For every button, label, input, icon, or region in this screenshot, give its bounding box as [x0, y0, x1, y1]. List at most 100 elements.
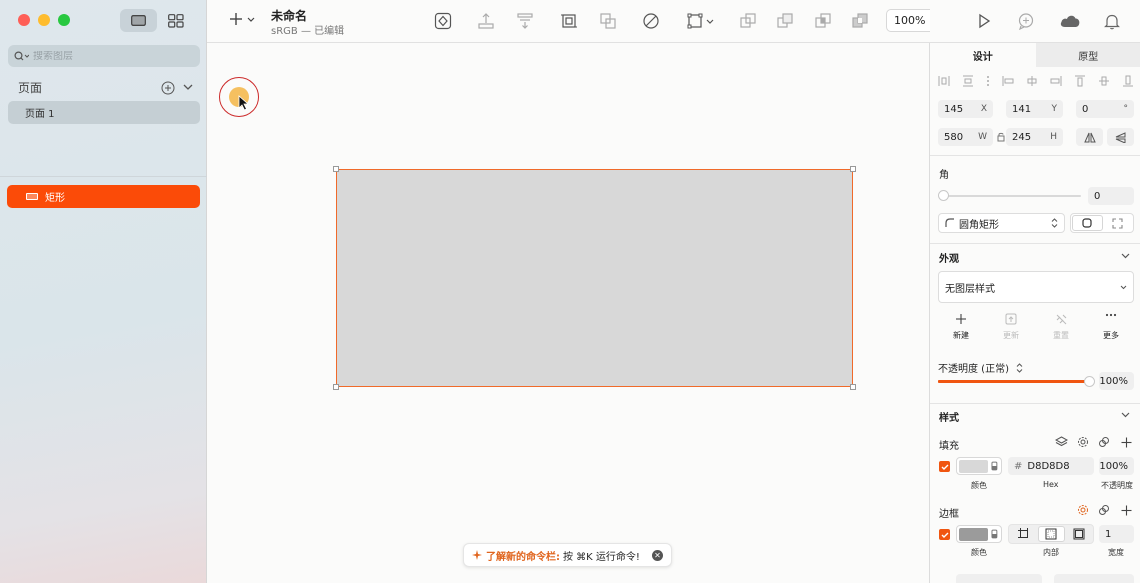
- corner-type-select[interactable]: 圆角矩形: [938, 213, 1065, 233]
- sidebar-toggle-button[interactable]: [120, 9, 157, 32]
- border-detach-button[interactable]: [1097, 503, 1111, 517]
- align-center-vertical-icon[interactable]: [1098, 75, 1110, 87]
- resize-handle-top-right[interactable]: [850, 166, 856, 172]
- align-center-horizontal-icon[interactable]: [1026, 75, 1038, 87]
- border-inside-button[interactable]: [1037, 526, 1065, 542]
- fill-hex-field[interactable]: # D8D8D8: [1008, 457, 1094, 475]
- canvas[interactable]: 了解新的命令栏: 按 ⌘K 运行命令! ✕: [207, 43, 929, 583]
- update-style-button[interactable]: 更新: [991, 313, 1031, 341]
- frame-icon: [561, 14, 577, 28]
- minimize-window-button[interactable]: [38, 14, 50, 26]
- align-right-icon[interactable]: [1050, 75, 1062, 87]
- layer-style-label: 无图层样式: [945, 283, 995, 295]
- fill-color-swatch[interactable]: [956, 457, 1002, 475]
- resize-handle-bottom-left[interactable]: [333, 384, 339, 390]
- border-options-row[interactable]: [956, 574, 1042, 583]
- transform-button[interactable]: [684, 11, 718, 31]
- border-ends-row[interactable]: [1054, 574, 1134, 583]
- components-view-button[interactable]: [164, 9, 188, 32]
- play-icon: [979, 13, 991, 29]
- fill-layers-button[interactable]: [1054, 435, 1068, 449]
- y-field[interactable]: 141 Y: [1006, 100, 1063, 118]
- border-settings-button[interactable]: [1076, 503, 1090, 517]
- align-top-icon[interactable]: [1074, 75, 1086, 87]
- cloud-icon: [1060, 15, 1080, 27]
- width-field[interactable]: 580 W: [938, 128, 993, 146]
- add-border-button[interactable]: [1119, 503, 1133, 517]
- tab-design[interactable]: 设计: [930, 43, 1036, 67]
- flip-horizontal-button[interactable]: [1076, 128, 1103, 146]
- opacity-slider-track[interactable]: [938, 380, 1090, 383]
- border-color-swatch[interactable]: [956, 525, 1002, 543]
- scale-icon: [600, 13, 616, 29]
- opacity-field[interactable]: 100%: [1099, 372, 1134, 390]
- border-center-button[interactable]: [1065, 526, 1092, 542]
- alignment-toolbar: [938, 75, 1134, 87]
- resize-handle-bottom-right[interactable]: [850, 384, 856, 390]
- fill-opacity-field[interactable]: 100%: [1099, 457, 1134, 475]
- fill-detach-button[interactable]: [1097, 435, 1111, 449]
- fill-enabled-checkbox[interactable]: [939, 461, 950, 472]
- close-icon[interactable]: ✕: [652, 550, 663, 561]
- smooth-corner-button[interactable]: [1103, 215, 1132, 231]
- fill-settings-button[interactable]: [1076, 435, 1090, 449]
- mask-button[interactable]: [559, 11, 579, 31]
- zoom-value: 100%: [894, 14, 926, 27]
- layer-style-select[interactable]: 无图层样式: [938, 271, 1134, 303]
- rounded-corner-button[interactable]: [1072, 215, 1103, 231]
- chevron-down-icon[interactable]: [1121, 412, 1130, 418]
- create-symbol-button[interactable]: [433, 11, 453, 31]
- ungroup-button[interactable]: [515, 11, 535, 31]
- align-left-icon[interactable]: [1002, 75, 1014, 87]
- notifications-button[interactable]: [1102, 11, 1122, 31]
- flip-vertical-button[interactable]: [1107, 128, 1134, 146]
- lock-icon[interactable]: [997, 132, 1005, 142]
- resize-handle-top-left[interactable]: [333, 166, 339, 172]
- layer-item[interactable]: 矩形: [7, 185, 200, 208]
- more-style-button[interactable]: 更多: [1091, 313, 1131, 341]
- page-item[interactable]: 页面 1: [8, 101, 200, 124]
- comment-button[interactable]: [1016, 11, 1036, 31]
- scale-button[interactable]: [598, 11, 618, 31]
- cloud-button[interactable]: [1058, 11, 1082, 31]
- distribute-horizontal-icon[interactable]: [938, 75, 950, 87]
- opacity-mode[interactable]: 不透明度 (正常): [938, 360, 1023, 375]
- chevron-down-icon[interactable]: [1121, 253, 1130, 259]
- border-width-field[interactable]: 1: [1099, 525, 1134, 543]
- corner-slider-knob[interactable]: [938, 190, 949, 201]
- x-field[interactable]: 145 X: [938, 100, 993, 118]
- corner-radius-field[interactable]: 0: [1088, 187, 1134, 205]
- subtract-button[interactable]: [775, 11, 795, 31]
- reset-style-button[interactable]: 重置: [1041, 313, 1081, 341]
- close-window-button[interactable]: [18, 14, 30, 26]
- union-button[interactable]: [738, 11, 758, 31]
- add-fill-button[interactable]: [1119, 435, 1133, 449]
- zoom-window-button[interactable]: [58, 14, 70, 26]
- reset-style-label: 重置: [1053, 331, 1069, 340]
- add-page-icon[interactable]: [161, 81, 175, 95]
- flatten-button[interactable]: [641, 11, 661, 31]
- distribute-vertical-icon[interactable]: [962, 75, 974, 87]
- rounded-square-icon: [1082, 218, 1092, 228]
- insert-button[interactable]: [229, 12, 255, 26]
- rotation-label: °: [1123, 104, 1129, 114]
- difference-button[interactable]: [850, 11, 870, 31]
- chevron-down-icon[interactable]: [183, 84, 193, 91]
- tab-prototype[interactable]: 原型: [1035, 43, 1140, 67]
- search-input[interactable]: [33, 50, 183, 62]
- align-bottom-icon[interactable]: [1122, 75, 1134, 87]
- new-style-button[interactable]: 新建: [941, 313, 981, 341]
- opacity-slider-knob[interactable]: [1084, 376, 1095, 387]
- export-button[interactable]: [476, 11, 496, 31]
- rotation-field[interactable]: 0 °: [1076, 100, 1134, 118]
- preview-button[interactable]: [974, 11, 994, 31]
- border-outside-button[interactable]: [1010, 526, 1037, 542]
- border-enabled-checkbox[interactable]: [939, 529, 950, 540]
- intersect-button[interactable]: [813, 11, 833, 31]
- more-vertical-icon[interactable]: [986, 75, 990, 87]
- command-bar-hint[interactable]: 了解新的命令栏: 按 ⌘K 运行命令! ✕: [463, 543, 672, 567]
- height-field[interactable]: 245 H: [1006, 128, 1063, 146]
- corner-slider-track[interactable]: [940, 195, 1081, 197]
- opacity-value: 100%: [1099, 375, 1128, 387]
- rectangle-shape[interactable]: [336, 169, 853, 387]
